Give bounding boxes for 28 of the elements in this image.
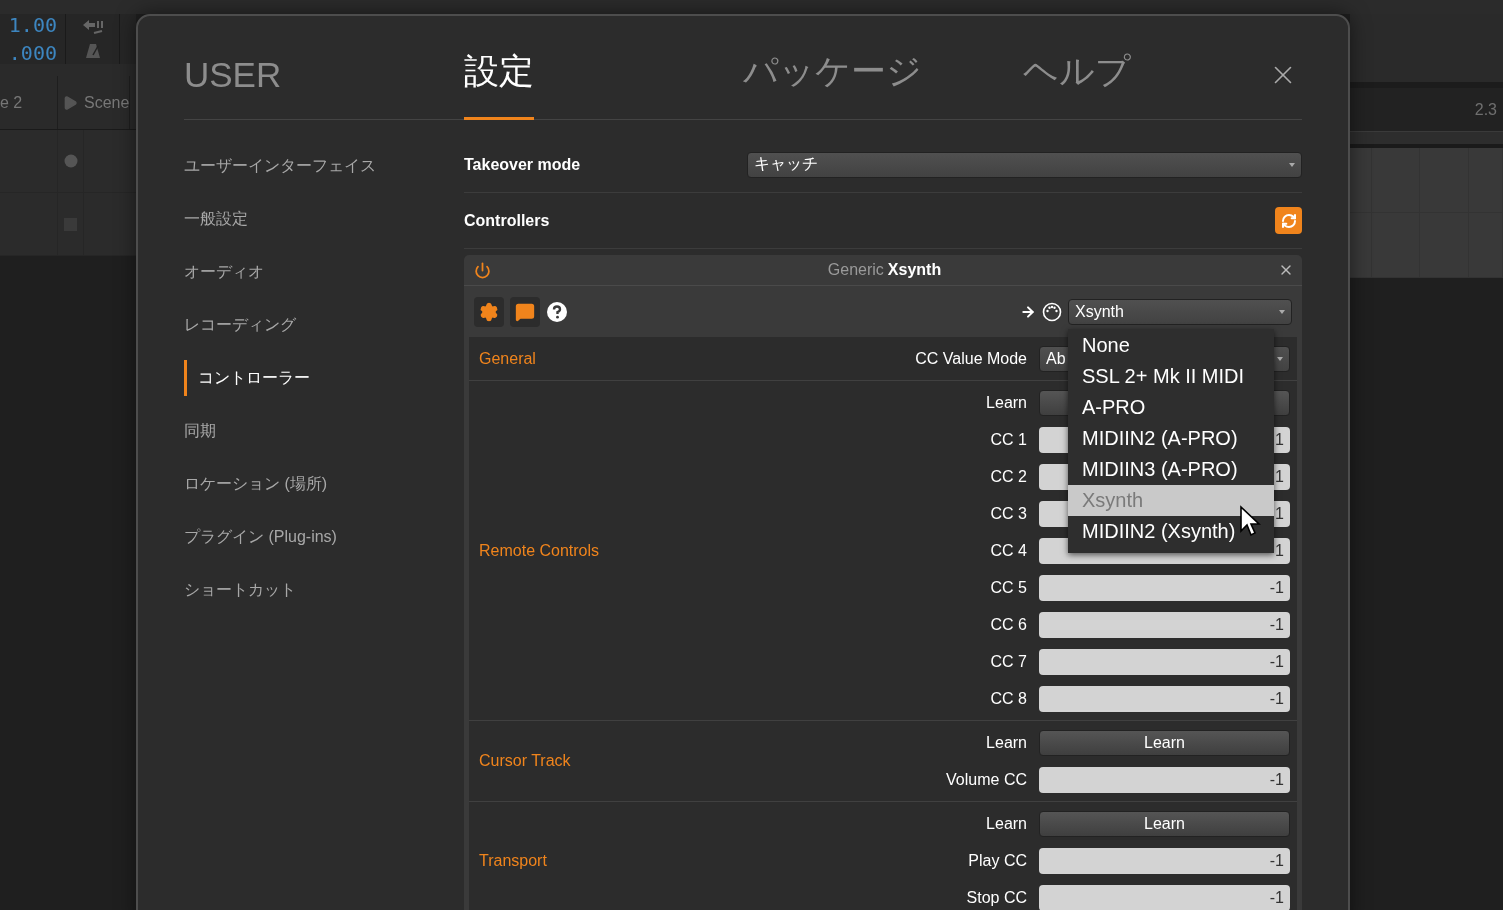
row-label: Play CC <box>968 851 1027 870</box>
row-label: CC 4 <box>990 541 1027 560</box>
section-title: Transport <box>479 851 547 870</box>
controller-name: Xsynth <box>887 261 942 279</box>
row-label: CC 3 <box>990 504 1027 523</box>
transport-readout: 1.00 <box>8 12 57 39</box>
setting-label: Controllers <box>464 211 550 230</box>
row-label: Learn <box>986 814 1027 833</box>
row-label: Stop CC <box>966 888 1027 907</box>
scene-label: e 2 <box>0 93 23 112</box>
row-label: Learn <box>986 393 1027 412</box>
section-title: Cursor Track <box>479 752 571 770</box>
row-label: CC 5 <box>990 578 1027 597</box>
controller-vendor: Generic <box>827 261 884 279</box>
scene-label: Scene <box>84 93 130 112</box>
ruler-label: 2.3 <box>1474 100 1497 119</box>
row-label: Learn <box>986 733 1027 752</box>
row-label: CC 7 <box>990 652 1027 671</box>
row-label: CC 1 <box>990 430 1027 449</box>
setting-label: Takeover mode <box>464 155 581 174</box>
row-label: CC 6 <box>990 615 1027 634</box>
row-label: CC 8 <box>990 689 1027 708</box>
section-title: Remote Controls <box>479 541 600 560</box>
row-label: Volume CC <box>946 770 1027 789</box>
section-title: General <box>479 349 536 368</box>
transport-readout: .000 <box>8 40 57 67</box>
row-label: CC Value Mode <box>915 349 1027 368</box>
row-label: CC 2 <box>990 467 1027 486</box>
